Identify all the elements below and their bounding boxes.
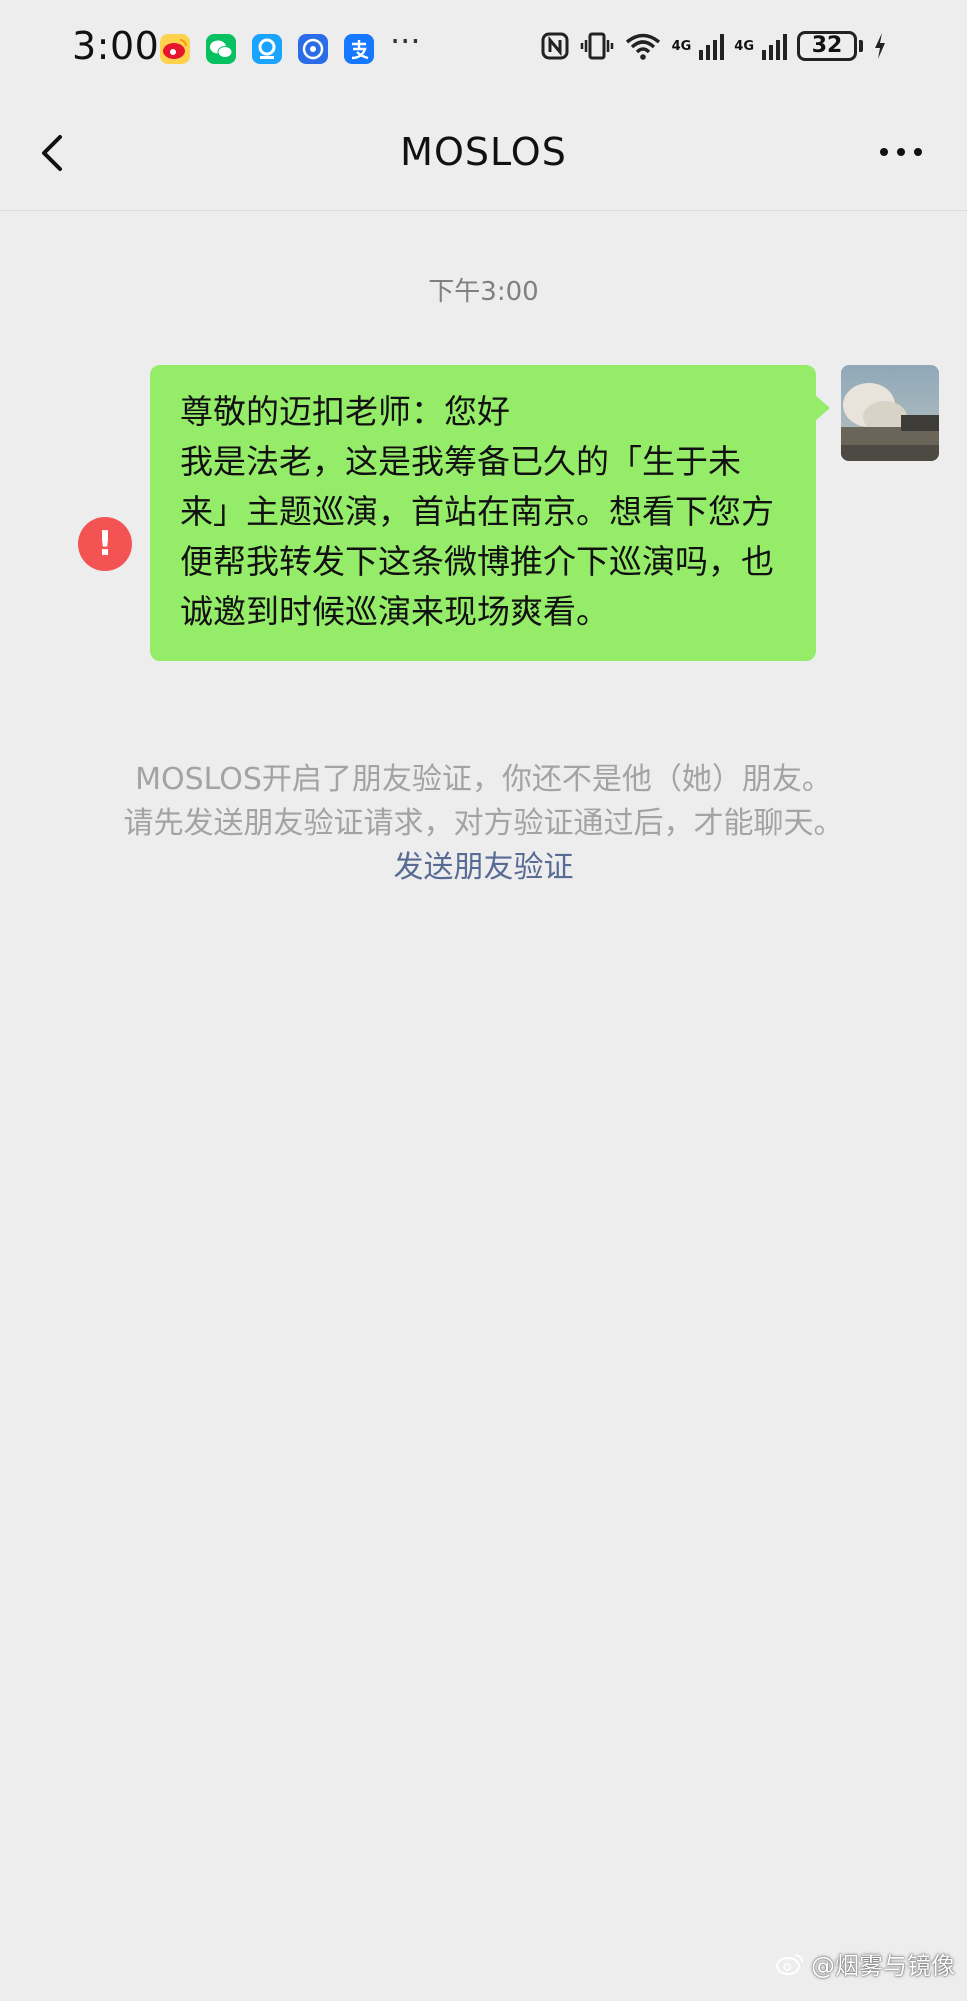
message-bubble[interactable]: 尊敬的迈扣老师：您好 我是法老，这是我筹备已久的「生于未来」主题巡演，首站在南京… — [150, 365, 830, 661]
send-friend-verification-link[interactable]: 发送朋友验证 — [394, 846, 574, 890]
more-options-icon[interactable] — [879, 142, 923, 162]
chat-title: MOSLOS — [400, 130, 567, 174]
network-type-1: 4G — [671, 38, 692, 54]
charging-icon — [875, 33, 885, 59]
avatar[interactable] — [841, 365, 939, 461]
weibo-icon — [160, 34, 190, 64]
battery-cap — [859, 40, 863, 52]
battery-icon: 32 — [797, 31, 857, 61]
wifi-icon — [625, 33, 660, 60]
notice-line-1: MOSLOS开启了朋友验证，你还不是他（她）朋友。 — [135, 762, 832, 797]
message-timestamp: 下午3:00 — [428, 277, 539, 307]
status-time: 3:00 — [72, 24, 160, 68]
watermark-text: @烟雾与镜像 — [811, 1952, 955, 1980]
signal-icon-2 — [762, 32, 787, 60]
watermark: @烟雾与镜像 — [775, 1946, 955, 1981]
vibrate-icon — [580, 32, 613, 60]
send-failed-icon[interactable]: ! — [78, 517, 132, 571]
status-bar: 3:00 ··· 4G 4G 32 — [0, 0, 967, 98]
weibo-logo-icon — [776, 1953, 803, 1975]
browser-icon — [252, 34, 282, 64]
network-type-2: 4G — [734, 38, 754, 54]
signal-icon — [699, 32, 725, 60]
chat-header: MOSLOS — [0, 98, 967, 211]
friend-verification-notice: MOSLOS开启了朋友验证，你还不是他（她）朋友。 请先发送朋友验证请求，对方验… — [0, 758, 967, 890]
nfc-icon — [541, 32, 569, 60]
status-indicators: 4G 4G 32 — [540, 26, 887, 66]
app-icon — [298, 34, 328, 64]
status-overflow: ··· — [390, 22, 421, 60]
notice-line-2: 请先发送朋友验证请求，对方验证通过后，才能聊天。 — [123, 806, 844, 841]
alipay-icon — [344, 34, 374, 64]
wechat-icon — [206, 34, 236, 64]
